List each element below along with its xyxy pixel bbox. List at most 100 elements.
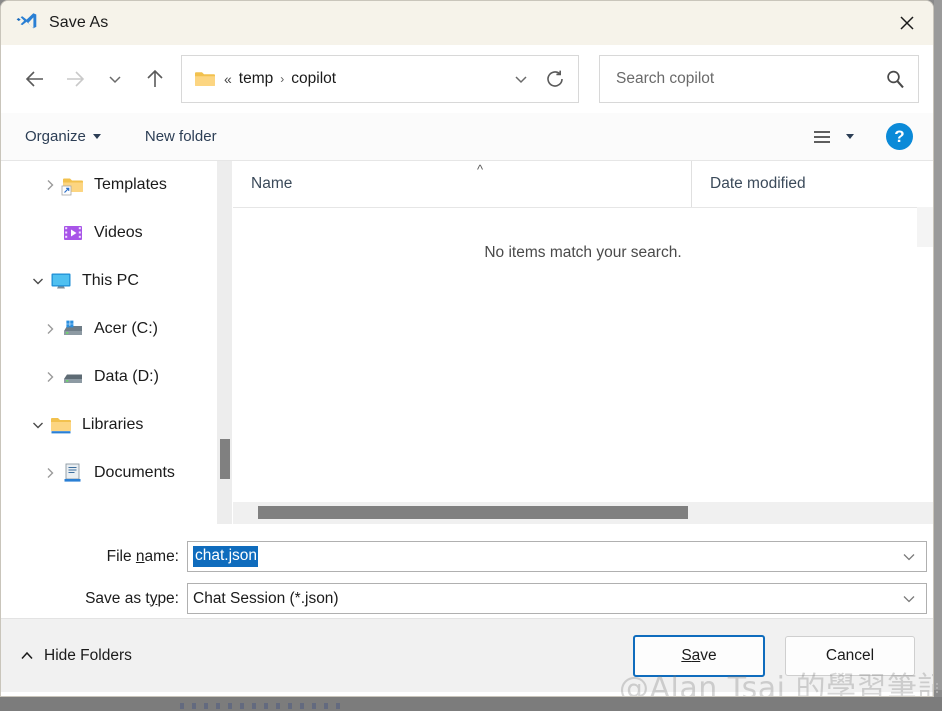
- refresh-button[interactable]: [538, 62, 572, 96]
- sidebar-item-libraries[interactable]: Libraries: [1, 401, 233, 449]
- sort-ascending-icon: ^: [477, 162, 484, 177]
- hide-folders-button[interactable]: Hide Folders: [19, 647, 132, 665]
- save-button[interactable]: Sa ve: [633, 634, 765, 677]
- sidebar-item-label: Libraries: [82, 416, 144, 433]
- sidebar-item-documents[interactable]: Documents: [1, 449, 233, 497]
- drive-icon: [64, 374, 82, 383]
- chevron-down-icon: [846, 134, 854, 139]
- chevron-up-icon: [21, 651, 33, 659]
- chevron-down-icon: [903, 553, 915, 560]
- this-pc-icon: [51, 273, 71, 289]
- search-icon[interactable]: [884, 68, 906, 90]
- close-icon: [900, 16, 914, 30]
- organize-button[interactable]: Organize: [15, 122, 111, 151]
- recent-locations-button[interactable]: [95, 59, 135, 99]
- dialog-footer: Hide Folders Sa ve Cancel: [1, 618, 933, 692]
- sidebar-item-videos[interactable]: Videos: [1, 209, 233, 257]
- column-header-label: Name: [251, 175, 293, 192]
- chevron-down-icon: [109, 76, 121, 84]
- file-list-vertical-scrollbar[interactable]: [917, 207, 933, 247]
- forward-button[interactable]: [55, 59, 95, 99]
- view-options-button[interactable]: [804, 121, 860, 153]
- breadcrumb-item-temp[interactable]: temp: [239, 70, 273, 88]
- filename-label: File name:: [1, 548, 187, 566]
- expander-expanded-icon[interactable]: [27, 414, 49, 436]
- cancel-suffix: ancel: [837, 646, 875, 664]
- expander-collapsed-icon[interactable]: [39, 174, 61, 196]
- sidebar-item-label: This PC: [82, 272, 139, 289]
- navigation-bar: « temp › copilot: [1, 45, 933, 113]
- search-box[interactable]: [599, 55, 919, 103]
- sidebar-item-data-d[interactable]: Data (D:): [1, 353, 233, 401]
- file-list-horizontal-scrollbar-thumb[interactable]: [258, 506, 688, 519]
- up-button[interactable]: [135, 59, 175, 99]
- breadcrumb-item-copilot[interactable]: copilot: [291, 70, 336, 88]
- filename-label-prefix: File: [106, 547, 136, 565]
- chevron-down-icon: [92, 134, 101, 139]
- sidebar-item-label: Videos: [94, 224, 143, 241]
- sidebar-scrollbar-thumb[interactable]: [220, 439, 230, 479]
- expander-expanded-icon[interactable]: [27, 270, 49, 292]
- sidebar-item-label: Data (D:): [94, 368, 159, 385]
- cancel-button[interactable]: Cancel: [785, 635, 915, 676]
- filename-row: File name: chat.json: [1, 538, 933, 575]
- videos-icon: [64, 226, 82, 240]
- help-button[interactable]: ?: [886, 123, 913, 150]
- filename-input[interactable]: chat.json: [187, 541, 927, 572]
- filetype-label-prefix: Save as t: [85, 589, 150, 607]
- help-label: ?: [894, 126, 905, 146]
- filetype-select[interactable]: Chat Session (*.json): [187, 583, 927, 614]
- column-headers: Name ^ Date modified: [233, 161, 933, 208]
- filename-label-accel: n: [135, 547, 145, 565]
- system-drive-icon: [64, 320, 82, 335]
- file-list-pane: Name ^ Date modified No items match your…: [233, 161, 933, 524]
- forward-arrow-icon: [67, 71, 85, 87]
- title-bar[interactable]: Save As: [1, 1, 933, 45]
- save-as-dialog: Save As « temp › copilot Search copilot …: [0, 0, 934, 697]
- close-button[interactable]: [881, 1, 933, 45]
- expander-collapsed-icon[interactable]: [39, 366, 61, 388]
- filetype-label: Save as type:: [1, 590, 187, 608]
- column-header-label: Date modified: [710, 175, 806, 192]
- filename-dropdown-button[interactable]: [900, 542, 918, 571]
- sidebar-item-acer-c[interactable]: Acer (C:): [1, 305, 233, 353]
- filetype-dropdown-button[interactable]: [900, 584, 918, 613]
- breadcrumb-separator[interactable]: ›: [280, 72, 284, 86]
- column-header-date-modified[interactable]: Date modified: [691, 161, 933, 207]
- save-accel-char: a: [691, 646, 701, 664]
- address-bar[interactable]: « temp › copilot: [181, 55, 579, 103]
- save-suffix: ve: [700, 646, 717, 664]
- file-save-form: File name: chat.json Save as type: Chat …: [1, 524, 933, 617]
- sidebar-scrollbar-track[interactable]: [217, 161, 233, 524]
- new-folder-button[interactable]: New folder: [135, 122, 227, 151]
- sidebar-item-templates[interactable]: Templates: [1, 161, 233, 209]
- libraries-icon: [51, 418, 71, 434]
- search-input[interactable]: [614, 69, 884, 89]
- expander-collapsed-icon[interactable]: [39, 318, 61, 340]
- chevron-down-icon: [903, 595, 915, 602]
- sidebar-item-this-pc[interactable]: This PC: [1, 257, 233, 305]
- dialog-body: Templates Videos This PC Acer (C:) Data …: [1, 161, 933, 524]
- filename-value[interactable]: chat.json: [193, 546, 259, 567]
- background-window-bottom-edge: [0, 697, 942, 711]
- folder-icon: [195, 72, 215, 86]
- filetype-row: Save as type: Chat Session (*.json): [1, 580, 933, 617]
- vscode-icon: [16, 13, 37, 29]
- breadcrumb-overflow[interactable]: «: [224, 71, 232, 87]
- cancel-accel: C: [825, 646, 838, 664]
- sidebar-item-label: Templates: [94, 176, 167, 193]
- hide-folders-label: Hide Folders: [44, 646, 132, 664]
- expander-none: [39, 222, 61, 244]
- column-header-name[interactable]: Name ^: [233, 161, 691, 207]
- address-dropdown-button[interactable]: [504, 62, 538, 96]
- expander-collapsed-icon[interactable]: [39, 462, 61, 484]
- empty-state-message: No items match your search.: [484, 244, 682, 261]
- command-bar: Organize New folder ?: [1, 113, 933, 161]
- save-accel: S: [681, 646, 692, 664]
- list-view-icon: [814, 130, 830, 143]
- window-title: Save As: [49, 14, 109, 31]
- back-button[interactable]: [15, 59, 55, 99]
- file-list-horizontal-scrollbar-track[interactable]: [233, 502, 933, 524]
- screen: Save As « temp › copilot Search copilot …: [0, 0, 942, 711]
- documents-library-icon: [64, 463, 81, 482]
